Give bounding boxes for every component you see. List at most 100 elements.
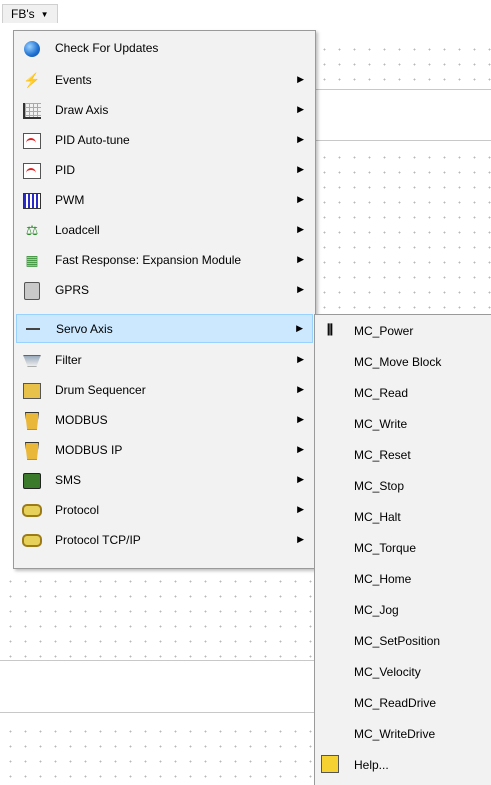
menu-item-label: Protocol TCP/IP xyxy=(55,533,141,547)
submenu-item-mc-home[interactable]: MC_Home xyxy=(315,563,491,594)
submenu-item-label: MC_Move Block xyxy=(354,355,442,369)
chevron-right-icon: ▶ xyxy=(297,444,304,454)
chevron-right-icon: ▶ xyxy=(297,414,304,424)
servo-axis-icon xyxy=(21,317,45,341)
ladder-grid-bottom-2 xyxy=(0,720,314,783)
menu-item-protocol[interactable]: Protocol ▶ xyxy=(16,496,313,525)
menu-item-drum-sequencer[interactable]: Drum Sequencer ▶ xyxy=(16,376,313,405)
menubar: FB's ▼ xyxy=(0,0,491,24)
menu-item-label: MODBUS IP xyxy=(55,443,123,457)
submenu-item-mc-readdrive[interactable]: MC_ReadDrive xyxy=(315,687,491,718)
rung-divider xyxy=(314,140,491,141)
menu-item-label: Fast Response: Expansion Module xyxy=(55,253,242,267)
chevron-right-icon: ▶ xyxy=(297,194,304,204)
ladder-grid-right xyxy=(314,146,491,310)
submenu-item-label: MC_Home xyxy=(354,572,412,586)
fbs-dropdown-menu: Check For Updates ⚡ Events ▶ Draw Axis ▶… xyxy=(13,30,316,569)
chevron-right-icon: ▶ xyxy=(297,104,304,114)
chevron-right-icon: ▶ xyxy=(297,254,304,264)
ladder-grid-bottom xyxy=(0,570,314,660)
menu-item-label: Draw Axis xyxy=(55,103,109,117)
menu-item-label: PID xyxy=(55,163,76,177)
chevron-right-icon: ▶ xyxy=(297,74,304,84)
rung-divider xyxy=(0,712,314,713)
submenu-item-label: MC_Stop xyxy=(354,479,405,493)
menu-item-servo-axis[interactable]: Servo Axis ▶ xyxy=(16,314,313,343)
sms-icon xyxy=(20,469,44,493)
chevron-down-icon: ▼ xyxy=(40,9,49,19)
fbs-menu-label: FB's xyxy=(11,7,35,21)
servo-block-icon: ⫼ xyxy=(327,322,333,337)
submenu-item-label: MC_Torque xyxy=(354,541,417,555)
menu-item-pid-autotune[interactable]: PID Auto-tune ▶ xyxy=(16,126,313,155)
menu-item-sms[interactable]: SMS ▶ xyxy=(16,466,313,495)
gprs-icon xyxy=(20,279,44,303)
menu-item-check-for-updates[interactable]: Check For Updates xyxy=(16,34,313,63)
submenu-item-mc-writedrive[interactable]: MC_WriteDrive xyxy=(315,718,491,749)
menu-item-modbus-ip[interactable]: MODBUS IP ▶ xyxy=(16,436,313,465)
modbus-ip-icon xyxy=(20,439,44,463)
modbus-icon xyxy=(20,409,44,433)
menu-item-label: Filter xyxy=(55,353,82,367)
submenu-item-mc-setposition[interactable]: MC_SetPosition xyxy=(315,625,491,656)
menu-item-draw-axis[interactable]: Draw Axis ▶ xyxy=(16,96,313,125)
chevron-right-icon: ▶ xyxy=(296,323,303,333)
submenu-item-mc-write[interactable]: MC_Write xyxy=(315,408,491,439)
submenu-item-mc-jog[interactable]: MC_Jog xyxy=(315,594,491,625)
submenu-item-label: MC_Halt xyxy=(354,510,401,524)
drum-sequencer-icon xyxy=(20,379,44,403)
pid-icon xyxy=(20,159,44,183)
protocol-icon xyxy=(20,499,44,523)
servo-axis-submenu: ⫼ MC_Power MC_Move Block MC_Read MC_Writ… xyxy=(314,314,491,785)
submenu-item-label: MC_WriteDrive xyxy=(354,727,436,741)
menu-item-label: GPRS xyxy=(55,283,90,297)
chevron-right-icon: ▶ xyxy=(297,504,304,514)
submenu-item-mc-stop[interactable]: MC_Stop xyxy=(315,470,491,501)
submenu-item-label: MC_Velocity xyxy=(354,665,421,679)
submenu-item-help[interactable]: Help... xyxy=(315,749,491,780)
submenu-item-label: MC_ReadDrive xyxy=(354,696,437,710)
menu-item-filter[interactable]: Filter ▶ xyxy=(16,346,313,375)
submenu-item-mc-power[interactable]: ⫼ MC_Power xyxy=(315,315,491,346)
menu-item-label: Events xyxy=(55,73,92,87)
menu-item-gprs[interactable]: GPRS ▶ xyxy=(16,276,313,305)
submenu-item-mc-torque[interactable]: MC_Torque xyxy=(315,532,491,563)
chevron-right-icon: ▶ xyxy=(297,534,304,544)
submenu-item-label: MC_Jog xyxy=(354,603,399,617)
ladder-grid-top xyxy=(314,38,491,91)
menu-item-events[interactable]: ⚡ Events ▶ xyxy=(16,66,313,95)
menu-item-protocol-tcpip[interactable]: Protocol TCP/IP ▶ xyxy=(16,526,313,555)
chevron-right-icon: ▶ xyxy=(297,384,304,394)
help-icon xyxy=(319,754,341,774)
submenu-item-mc-velocity[interactable]: MC_Velocity xyxy=(315,656,491,687)
chevron-right-icon: ▶ xyxy=(297,224,304,234)
submenu-item-label: Help... xyxy=(354,758,389,772)
draw-axis-icon xyxy=(20,99,44,123)
chevron-right-icon: ▶ xyxy=(297,354,304,364)
chevron-right-icon: ▶ xyxy=(297,164,304,174)
submenu-item-mc-read[interactable]: MC_Read xyxy=(315,377,491,408)
submenu-item-label: MC_Write xyxy=(354,417,408,431)
menu-item-pwm[interactable]: PWM ▶ xyxy=(16,186,313,215)
submenu-item-label: MC_Power xyxy=(354,324,414,338)
fbs-menu[interactable]: FB's ▼ xyxy=(2,4,58,23)
rung-divider xyxy=(0,660,314,661)
submenu-item-mc-halt[interactable]: MC_Halt xyxy=(315,501,491,532)
menu-item-modbus[interactable]: MODBUS ▶ xyxy=(16,406,313,435)
expansion-module-icon: ▦ xyxy=(25,252,39,268)
rung-divider xyxy=(314,89,491,90)
chevron-right-icon: ▶ xyxy=(297,134,304,144)
submenu-item-label: MC_SetPosition xyxy=(354,634,441,648)
chevron-right-icon: ▶ xyxy=(297,284,304,294)
menu-item-label: SMS xyxy=(55,473,82,487)
menu-item-label: Servo Axis xyxy=(56,322,113,336)
submenu-item-mc-move-block[interactable]: MC_Move Block xyxy=(315,346,491,377)
menu-item-loadcell[interactable]: ⚖ Loadcell ▶ xyxy=(16,216,313,245)
submenu-item-label: MC_Reset xyxy=(354,448,411,462)
submenu-item-mc-reset[interactable]: MC_Reset xyxy=(315,439,491,470)
loadcell-icon: ⚖ xyxy=(25,222,39,238)
menu-item-label: Drum Sequencer xyxy=(55,383,146,397)
menu-item-pid[interactable]: PID ▶ xyxy=(16,156,313,185)
pid-autotune-icon xyxy=(20,129,44,153)
menu-item-fast-response[interactable]: ▦ Fast Response: Expansion Module ▶ xyxy=(16,246,313,275)
